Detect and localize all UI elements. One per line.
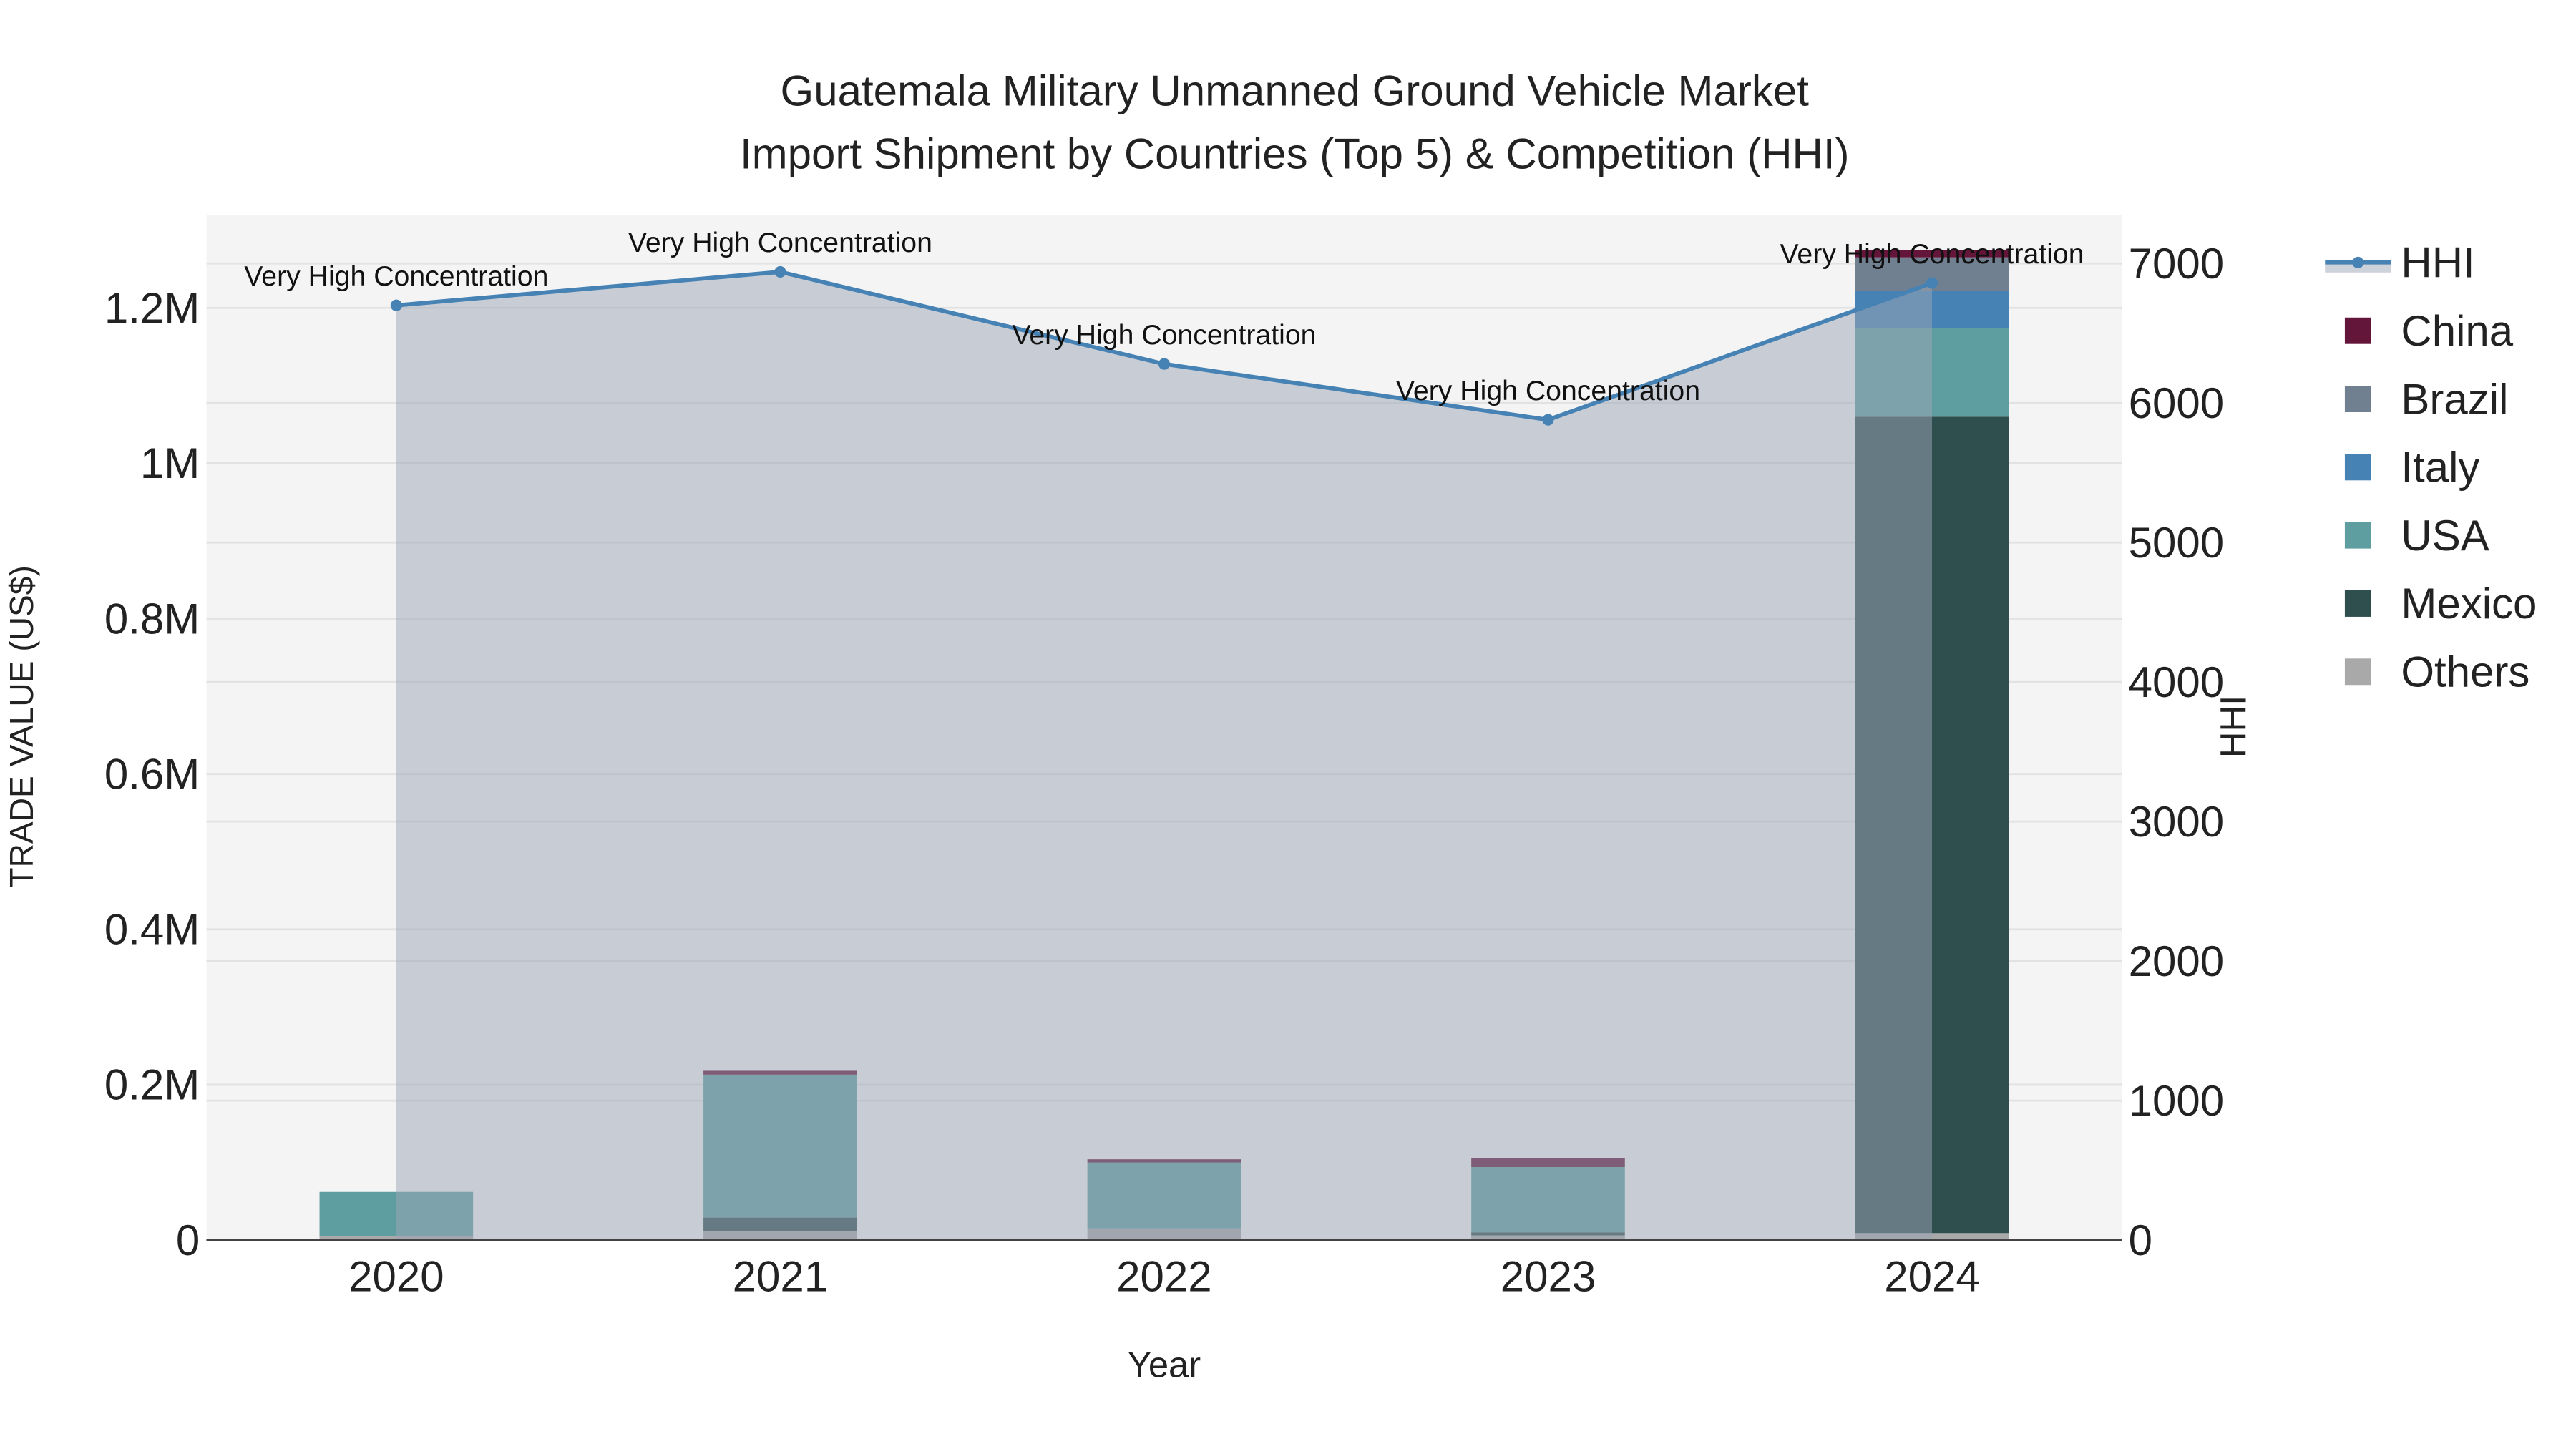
legend-hhi-marker-icon — [2352, 256, 2364, 268]
legend-label-others: Others — [2401, 648, 2529, 696]
hhi-area — [396, 271, 1932, 1241]
y-tick-label: 0.8M — [104, 595, 200, 643]
hhi-point-2023 — [1542, 414, 1554, 426]
legend-swatch-italy — [2344, 454, 2371, 481]
legend-label-italy: Italy — [2401, 444, 2479, 492]
hhi-annotation: Very High Concentration — [628, 227, 932, 258]
y-axis-ticks: 0 0.2M 0.4M 0.6M 0.8M 1M 1.2M — [104, 284, 200, 1264]
legend-label-hhi: HHI — [2401, 239, 2474, 287]
y2-tick-label: 6000 — [2129, 379, 2224, 427]
x-tick-label: 2021 — [733, 1253, 828, 1301]
chart-title-line2: Import Shipment by Countries (Top 5) & C… — [740, 130, 1850, 177]
y-tick-label: 0.2M — [104, 1061, 200, 1109]
legend-label-mexico: Mexico — [2401, 580, 2537, 628]
y-tick-label: 1M — [140, 439, 200, 487]
y-axis-label: TRADE VALUE (US$) — [3, 565, 40, 887]
x-tick-label: 2022 — [1116, 1253, 1211, 1301]
legend: HHI China Brazil Italy USA Mexico Others — [2325, 239, 2537, 696]
y2-axis-label: HHI — [2212, 696, 2253, 758]
legend-label-brazil: Brazil — [2401, 375, 2508, 423]
chart-title-line1: Guatemala Military Unmanned Ground Vehic… — [781, 67, 1810, 115]
y-tick-label: 0.4M — [104, 906, 200, 954]
legend-swatch-mexico — [2344, 590, 2371, 617]
x-axis-ticks: 2020 2021 2022 2023 2024 — [348, 1253, 1980, 1301]
x-tick-label: 2023 — [1501, 1253, 1596, 1301]
y-tick-label: 1.2M — [104, 284, 200, 332]
hhi-point-2020 — [390, 299, 402, 311]
legend-label-china: China — [2401, 307, 2513, 355]
y-tick-label: 0.6M — [104, 750, 200, 798]
hhi-point-2024 — [1926, 277, 1938, 289]
y2-tick-label: 2000 — [2129, 937, 2224, 985]
chart: Guatemala Military Unmanned Ground Vehic… — [3, 67, 2537, 1385]
hhi-annotation: Very High Concentration — [1780, 238, 2084, 270]
legend-swatch-usa — [2344, 522, 2371, 549]
legend-swatch-china — [2344, 317, 2371, 344]
hhi-series: Very High Concentration Very High Concent… — [244, 227, 2084, 1241]
hhi-annotation: Very High Concentration — [244, 260, 548, 292]
y2-tick-label: 1000 — [2129, 1077, 2224, 1125]
y-tick-label: 0 — [176, 1216, 200, 1264]
hhi-annotation: Very High Concentration — [1396, 375, 1700, 406]
hhi-point-2022 — [1158, 358, 1170, 370]
legend-swatch-others — [2344, 658, 2371, 686]
y2-axis-ticks: 0 1000 2000 3000 4000 5000 6000 7000 — [2129, 240, 2224, 1264]
y2-tick-label: 0 — [2129, 1216, 2152, 1264]
x-tick-label: 2024 — [1884, 1253, 1979, 1301]
y2-tick-label: 5000 — [2129, 519, 2224, 567]
legend-swatch-brazil — [2344, 386, 2371, 412]
legend-label-usa: USA — [2401, 512, 2489, 560]
y2-tick-label: 3000 — [2129, 798, 2224, 846]
hhi-annotation: Very High Concentration — [1012, 319, 1316, 351]
x-tick-label: 2020 — [348, 1253, 444, 1301]
y2-tick-label: 4000 — [2129, 658, 2224, 706]
y2-tick-label: 7000 — [2129, 240, 2224, 288]
x-axis-label: Year — [1128, 1345, 1201, 1385]
hhi-point-2021 — [774, 265, 786, 278]
